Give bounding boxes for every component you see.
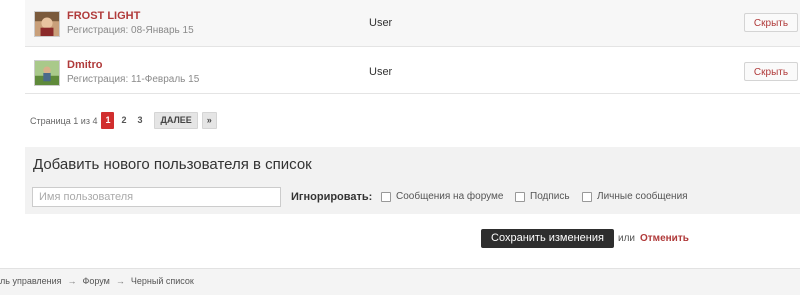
checkbox-label: Личные сообщения <box>597 191 688 202</box>
or-text: или <box>618 233 636 244</box>
table-row: FROST LIGHT Регистрация: 08-Январь 15 Us… <box>25 0 800 47</box>
avatar-image <box>35 61 59 85</box>
breadcrumb-bar: ль управления → Форум → Черный список <box>0 268 800 295</box>
user-avatar[interactable] <box>34 11 60 37</box>
page-link[interactable]: 3 <box>133 112 146 129</box>
checkbox-label: Сообщения на форуме <box>396 191 504 202</box>
user-group: User <box>369 17 393 29</box>
ignore-signature-checkbox[interactable]: Подпись <box>515 191 570 202</box>
last-page-button[interactable]: » <box>201 112 217 129</box>
ignore-forum-posts-checkbox[interactable]: Сообщения на форуме <box>381 191 503 202</box>
breadcrumb-separator-icon: → <box>67 276 77 286</box>
page-info: Страница 1 из 4 <box>30 115 98 126</box>
checkbox-icon[interactable] <box>515 191 525 202</box>
user-name-link[interactable]: FROST LIGHT <box>67 10 140 22</box>
breadcrumb: ль управления → Форум → Черный список <box>0 276 194 286</box>
hide-button[interactable]: Скрыть <box>744 13 798 32</box>
user-registration-date: Регистрация: 08-Январь 15 <box>67 25 194 36</box>
breadcrumb-item-control-panel[interactable]: ль управления <box>0 276 62 286</box>
avatar-image <box>35 12 59 36</box>
ignore-label: Игнорировать: <box>291 191 373 203</box>
next-page-button[interactable]: ДАЛЕЕ <box>154 112 198 129</box>
user-group: User <box>369 66 393 78</box>
hide-button[interactable]: Скрыть <box>744 62 798 81</box>
breadcrumb-item-blacklist: Черный список <box>130 276 194 286</box>
page-link-current[interactable]: 1 <box>101 112 115 129</box>
ignored-users-table: FROST LIGHT Регистрация: 08-Январь 15 Us… <box>25 0 800 94</box>
breadcrumb-separator-icon: → <box>115 276 125 286</box>
ignore-private-messages-checkbox[interactable]: Личные сообщения <box>582 191 688 202</box>
save-changes-button[interactable]: Сохранить изменения <box>481 229 614 248</box>
cancel-link[interactable]: Отменить <box>640 233 689 244</box>
breadcrumb-item-forum[interactable]: Форум <box>83 276 110 286</box>
add-user-panel: Добавить нового пользователя в список Иг… <box>25 147 800 214</box>
user-registration-date: Регистрация: 11-Февраль 15 <box>67 74 200 85</box>
user-name-link[interactable]: Dmitro <box>67 59 102 71</box>
checkbox-icon[interactable] <box>381 191 391 202</box>
table-row: Dmitro Регистрация: 11-Февраль 15 User С… <box>25 47 800 94</box>
username-input[interactable] <box>32 187 281 207</box>
pagination: Страница 1 из 4 1 2 3 ДАЛЕЕ » <box>30 112 217 129</box>
user-avatar[interactable] <box>34 60 60 86</box>
checkbox-icon[interactable] <box>582 191 592 202</box>
checkbox-label: Подпись <box>530 191 570 202</box>
page-link[interactable]: 2 <box>117 112 130 129</box>
add-user-title: Добавить нового пользователя в список <box>33 156 312 173</box>
